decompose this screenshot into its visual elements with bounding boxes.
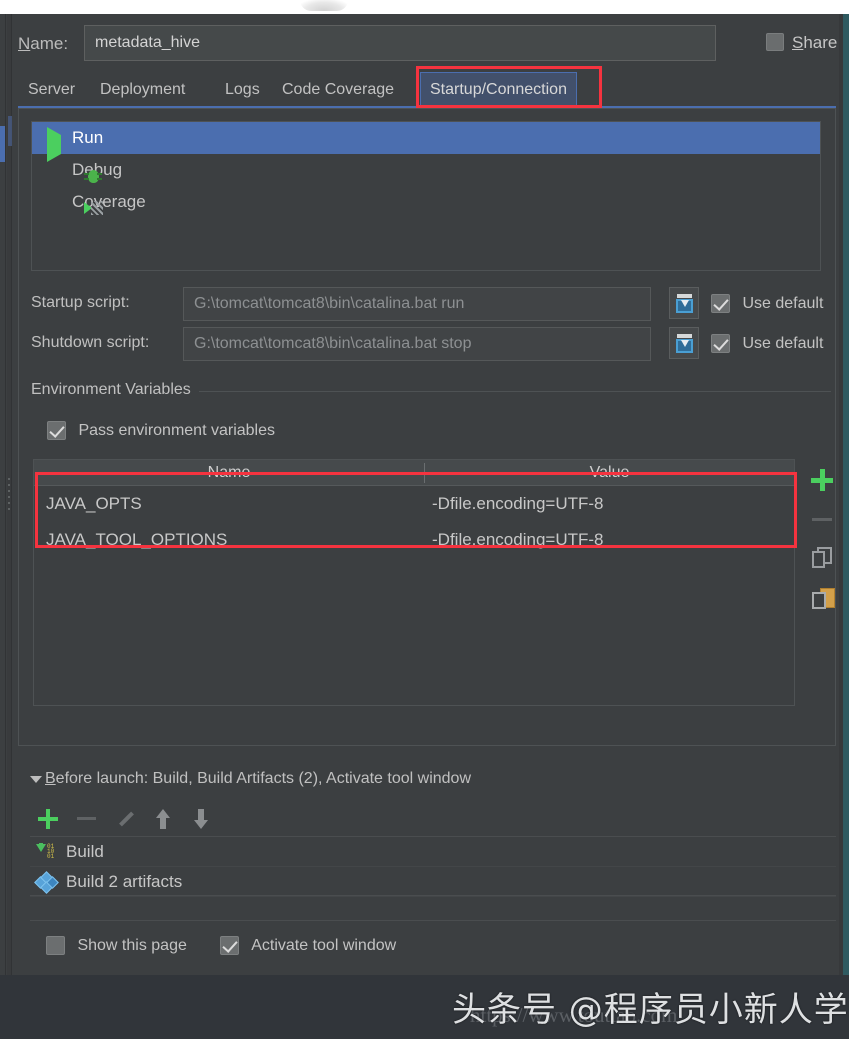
name-row: Name: Share (14, 22, 839, 66)
mode-item-coverage[interactable]: Coverage (32, 186, 820, 218)
show-this-page-checkbox[interactable] (46, 936, 65, 955)
copy-icon (812, 547, 834, 569)
shutdown-script-label: Shutdown script: (31, 334, 150, 351)
tab-logs[interactable]: Logs (215, 72, 270, 106)
environment-variables-table[interactable]: Name Value JAVA_OPTS -Dfile.encoding=UTF… (33, 459, 795, 706)
env-paste-button[interactable] (801, 579, 843, 619)
name-label: Name: (18, 34, 69, 53)
activate-tool-window-label: Activate tool window (251, 936, 397, 954)
tab-deployment[interactable]: Deployment (90, 72, 195, 106)
environment-variables-toolbar (801, 459, 843, 706)
before-launch-task-list[interactable]: 01 10 01 Build Build 2 artifacts (30, 836, 836, 897)
paste-icon (812, 587, 836, 611)
left-rail-outer (0, 14, 6, 1039)
import-icon (675, 333, 694, 353)
right-edge-teal (843, 14, 849, 1039)
watermark-text: 头条号 @程序员小新人学习 (452, 990, 849, 1030)
table-header: Name Value (34, 460, 794, 486)
column-header-name[interactable]: Name (34, 460, 424, 486)
run-icon (44, 127, 62, 162)
mode-item-debug[interactable]: Debug (32, 154, 820, 186)
config-panel: Name: Share Server Deployment Logs Code … (14, 14, 839, 1039)
list-item-label: Build (66, 842, 104, 861)
chevron-down-icon[interactable] (30, 776, 42, 783)
tab-startup-connection[interactable]: Startup/Connection (420, 72, 577, 106)
startup-script-browse-button[interactable] (669, 287, 699, 319)
environment-variables-title: Environment Variables (31, 381, 199, 399)
top-white-strip (0, 0, 849, 14)
list-item[interactable]: Build 2 artifacts (30, 867, 836, 897)
shutdown-use-default-wrap[interactable]: Use default (711, 334, 823, 353)
shutdown-script-input[interactable] (183, 327, 651, 361)
build-icon: 01 10 01 (36, 843, 60, 861)
before-launch-remove-button[interactable] (70, 804, 106, 834)
tab-code-coverage[interactable]: Code Coverage (272, 72, 404, 106)
move-down-icon (194, 809, 208, 829)
mode-item-run[interactable]: Run (32, 122, 820, 162)
add-icon (811, 469, 833, 491)
left-rail-selection-accent-2 (8, 116, 12, 146)
startup-use-default-checkbox[interactable] (711, 294, 730, 313)
shutdown-use-default-label: Use default (742, 334, 824, 352)
env-row-value[interactable]: -Dfile.encoding=UTF-8 (432, 522, 604, 558)
env-copy-button[interactable] (801, 539, 843, 579)
list-item-label: Build 2 artifacts (66, 872, 183, 891)
shutdown-script-browse-button[interactable] (669, 327, 699, 359)
ide-run-configuration-dialog: Name: Share Server Deployment Logs Code … (0, 0, 849, 1039)
share-checkbox[interactable] (766, 33, 784, 51)
shutdown-script-row: Shutdown script: Use default (31, 327, 831, 361)
remove-icon (77, 817, 96, 820)
move-up-icon (156, 809, 170, 829)
left-rail-inner (7, 14, 12, 1039)
edit-icon (116, 810, 134, 828)
table-row[interactable]: JAVA_OPTS -Dfile.encoding=UTF-8 (34, 486, 794, 522)
before-launch-move-down-button[interactable] (184, 804, 220, 834)
top-partial-element (300, 0, 348, 11)
startup-connection-panel: Run Debug Coverage Startup script: G:\to… (18, 108, 836, 746)
remove-icon (812, 518, 832, 521)
startup-use-default-label: Use default (742, 294, 824, 312)
env-add-button[interactable] (801, 459, 843, 499)
before-launch-edit-button[interactable] (108, 804, 144, 834)
before-launch-move-up-button[interactable] (146, 804, 182, 834)
table-row[interactable]: JAVA_TOOL_OPTIONS -Dfile.encoding=UTF-8 (34, 522, 794, 558)
before-launch-header[interactable]: Before launch: Build, Build Artifacts (2… (30, 770, 830, 792)
pass-environment-variables-label: Pass environment variables (78, 421, 275, 439)
artifacts-icon (34, 871, 59, 894)
activate-tool-window-checkbox[interactable] (219, 936, 239, 955)
list-item[interactable]: 01 10 01 Build (30, 837, 836, 867)
column-header-value[interactable]: Value (425, 460, 794, 486)
name-input[interactable] (84, 25, 716, 61)
bottom-divider (30, 920, 836, 921)
add-icon (38, 809, 58, 829)
startup-script-row: Startup script: Use default (31, 287, 831, 321)
show-this-page-label: Show this page (77, 936, 187, 954)
before-launch-add-button[interactable] (32, 804, 68, 834)
shutdown-use-default-checkbox[interactable] (711, 334, 730, 353)
run-modes-list[interactable]: Run Debug Coverage (31, 121, 821, 271)
before-launch-toolbar (32, 804, 432, 834)
share-label: Share (792, 33, 838, 52)
tab-server[interactable]: Server (18, 72, 85, 106)
mode-item-run-label: Run (72, 128, 104, 147)
env-row-value[interactable]: -Dfile.encoding=UTF-8 (432, 486, 604, 522)
env-row-name[interactable]: JAVA_OPTS (46, 486, 142, 522)
startup-script-input[interactable] (183, 287, 651, 321)
pass-environment-variables-checkbox[interactable] (47, 421, 66, 440)
startup-script-label: Startup script: (31, 294, 130, 311)
panel-splitter-handle[interactable] (6, 478, 12, 512)
bottom-options-row: Show this page Activate tool window (46, 936, 396, 955)
pass-environment-variables-row[interactable]: Pass environment variables (47, 421, 275, 440)
tab-strip: Server Deployment Logs Code Coverage Sta… (18, 72, 836, 108)
startup-use-default-wrap[interactable]: Use default (711, 294, 823, 313)
environment-variables-section: Environment Variables (31, 381, 831, 401)
import-icon (675, 293, 694, 313)
before-launch-header-label: Before launch: Build, Build Artifacts (2… (45, 770, 471, 787)
env-row-name[interactable]: JAVA_TOOL_OPTIONS (46, 522, 227, 558)
left-rail-selection-accent (0, 126, 5, 162)
env-remove-button[interactable] (801, 499, 843, 539)
